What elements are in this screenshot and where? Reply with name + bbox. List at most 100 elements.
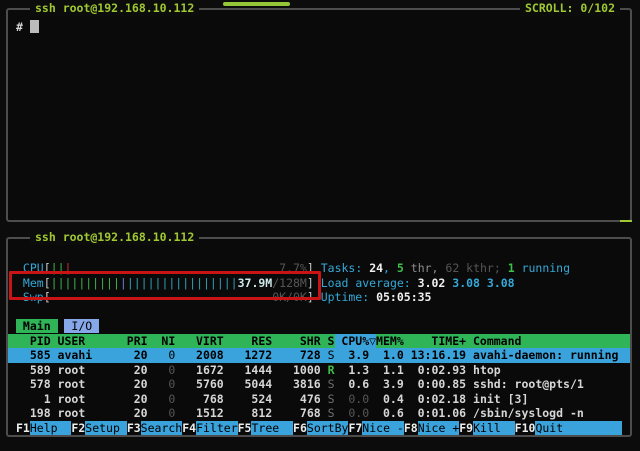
- fkey-f5[interactable]: F5Tree: [238, 421, 293, 436]
- tab-i-o[interactable]: I/O: [64, 319, 99, 333]
- cell-shr: 768: [272, 406, 320, 420]
- cell-time: 0:02.93: [404, 363, 466, 377]
- cell-res: 812: [224, 406, 272, 420]
- fkey-f2[interactable]: F2Setup: [71, 421, 126, 436]
- process-row[interactable]: 1 root 20 0 768 524 476 S 0.0 0.4 0:02.1…: [8, 392, 630, 407]
- cell-ni: 0: [148, 363, 176, 377]
- cell-pri: 20: [120, 392, 148, 406]
- fkey-label: Quit: [535, 421, 577, 435]
- fkey-f3[interactable]: F3Search: [127, 421, 182, 436]
- cell-cpu: 3.9: [335, 348, 370, 362]
- fkey-label: Nice -: [362, 421, 404, 435]
- cell-res: 1444: [224, 363, 272, 377]
- table-header[interactable]: PID USER PRI NI VIRT RES SHR S CPU%▽MEM%…: [8, 334, 630, 349]
- fkey-label: Setup: [85, 421, 127, 435]
- fkey-number: F6: [293, 421, 307, 435]
- cell-pri: 20: [120, 348, 148, 362]
- ssh-pane-top: ssh root@192.168.10.112 SCROLL: 0/102 #: [6, 8, 632, 222]
- fkey-number: F2: [71, 421, 85, 435]
- cell-shr: 728: [272, 348, 320, 362]
- fkey-f8[interactable]: F8Nice +: [404, 421, 459, 436]
- cell-command: htop: [466, 363, 501, 377]
- htop-screen: CPU[||| 7.7%] Tasks: 24, 5 thr, 62 kthr;…: [8, 239, 630, 435]
- cell-mem: 1.1: [369, 363, 404, 377]
- cell-user: root: [58, 406, 120, 420]
- cell-shr: 3816: [272, 377, 320, 391]
- cell-cpu: 0.0: [335, 392, 370, 406]
- cell-command: sshd: root@pts/1: [466, 377, 584, 391]
- top-green-bar: [223, 2, 290, 6]
- cell-mem: 0.6: [369, 406, 404, 420]
- cell-virt: 1672: [175, 363, 223, 377]
- fkey-f10[interactable]: F10Quit: [515, 421, 577, 436]
- cell-state: S: [321, 406, 335, 420]
- cell-ni: 0: [148, 377, 176, 391]
- cell-ni: 0: [148, 392, 176, 406]
- ssh-pane-htop: ssh root@192.168.10.112 CPU[||| 7.7%] Ta…: [6, 237, 632, 437]
- fkey-number: F9: [459, 421, 473, 435]
- cell-user: root: [58, 392, 120, 406]
- process-row[interactable]: 589 root 20 0 1672 1444 1000 R 1.3 1.1 0…: [8, 363, 630, 378]
- process-row[interactable]: 585 avahi 20 0 2008 1272 728 S 3.9 1.0 1…: [8, 348, 630, 363]
- cell-pri: 20: [120, 406, 148, 420]
- cell-pid: 585: [16, 348, 58, 362]
- cell-virt: 5760: [175, 377, 223, 391]
- fkey-f7[interactable]: F7Nice -: [348, 421, 403, 436]
- cell-res: 5044: [224, 377, 272, 391]
- fkey-bar-filler: [577, 421, 622, 436]
- process-row[interactable]: 198 root 20 0 1512 812 768 S 0.0 0.6 0:0…: [8, 406, 630, 421]
- fkey-number: F10: [515, 421, 536, 435]
- cell-ni: 0: [148, 406, 176, 420]
- annotation-red-box: [9, 271, 321, 300]
- cell-mem: 0.4: [369, 392, 404, 406]
- fkey-f9[interactable]: F9Kill: [459, 421, 514, 436]
- fkey-label: Nice +: [418, 421, 460, 435]
- fkey-label: Help: [30, 421, 72, 435]
- cell-pid: 198: [16, 406, 58, 420]
- tab-bar: Main I/O: [8, 319, 630, 334]
- fkey-f4[interactable]: F4Filter: [182, 421, 237, 436]
- cell-cpu: 0.6: [335, 377, 370, 391]
- fkey-f1[interactable]: F1Help: [16, 421, 71, 436]
- terminal-cursor: [30, 20, 39, 33]
- header-cells-right: MEM% TIME+ Command: [376, 334, 521, 348]
- cell-state: S: [321, 392, 335, 406]
- cell-command: init [3]: [466, 392, 528, 406]
- pane-border-accent: [620, 220, 632, 222]
- fkey-label: SortBy: [307, 421, 349, 435]
- fkey-number: F7: [348, 421, 362, 435]
- cell-command: avahi-daemon: running: [466, 348, 618, 362]
- header-sort-column-cpu[interactable]: CPU%▽: [335, 334, 377, 348]
- function-key-bar: F1Help F2Setup F3SearchF4FilterF5Tree F6…: [8, 421, 630, 436]
- cell-user: avahi: [58, 348, 120, 362]
- cell-virt: 2008: [175, 348, 223, 362]
- cell-shr: 1000: [272, 363, 320, 377]
- header-cells-left: PID USER PRI NI VIRT RES SHR S: [16, 334, 335, 348]
- cell-state: S: [321, 377, 335, 391]
- tab-main[interactable]: Main: [16, 319, 58, 333]
- cell-state: R: [321, 363, 335, 377]
- fkey-number: F3: [127, 421, 141, 435]
- cell-shr: 476: [272, 392, 320, 406]
- cell-mem: 3.9: [369, 377, 404, 391]
- shell-prompt: #: [16, 20, 30, 34]
- cell-user: root: [58, 363, 120, 377]
- cell-time: 0:01.06: [404, 406, 466, 420]
- pane-title-top: ssh root@192.168.10.112: [30, 1, 199, 16]
- cell-time: 0:02.18: [404, 392, 466, 406]
- scroll-indicator: SCROLL: 0/102: [520, 1, 620, 16]
- cell-time: 13:16.19: [404, 348, 466, 362]
- fkey-label: Filter: [196, 421, 238, 435]
- cell-cpu: 0.0: [335, 406, 370, 420]
- cell-pri: 20: [120, 377, 148, 391]
- cell-time: 0:00.85: [404, 377, 466, 391]
- fkey-label: Tree: [251, 421, 293, 435]
- cell-state: S: [321, 348, 335, 362]
- cell-user: root: [58, 377, 120, 391]
- cell-pid: 578: [16, 377, 58, 391]
- cell-command: /sbin/syslogd -n: [466, 406, 584, 420]
- fkey-f6[interactable]: F6SortBy: [293, 421, 348, 436]
- fkey-label: Search: [141, 421, 183, 435]
- fkey-number: F4: [182, 421, 196, 435]
- process-row[interactable]: 578 root 20 0 5760 5044 3816 S 0.6 3.9 0…: [8, 377, 630, 392]
